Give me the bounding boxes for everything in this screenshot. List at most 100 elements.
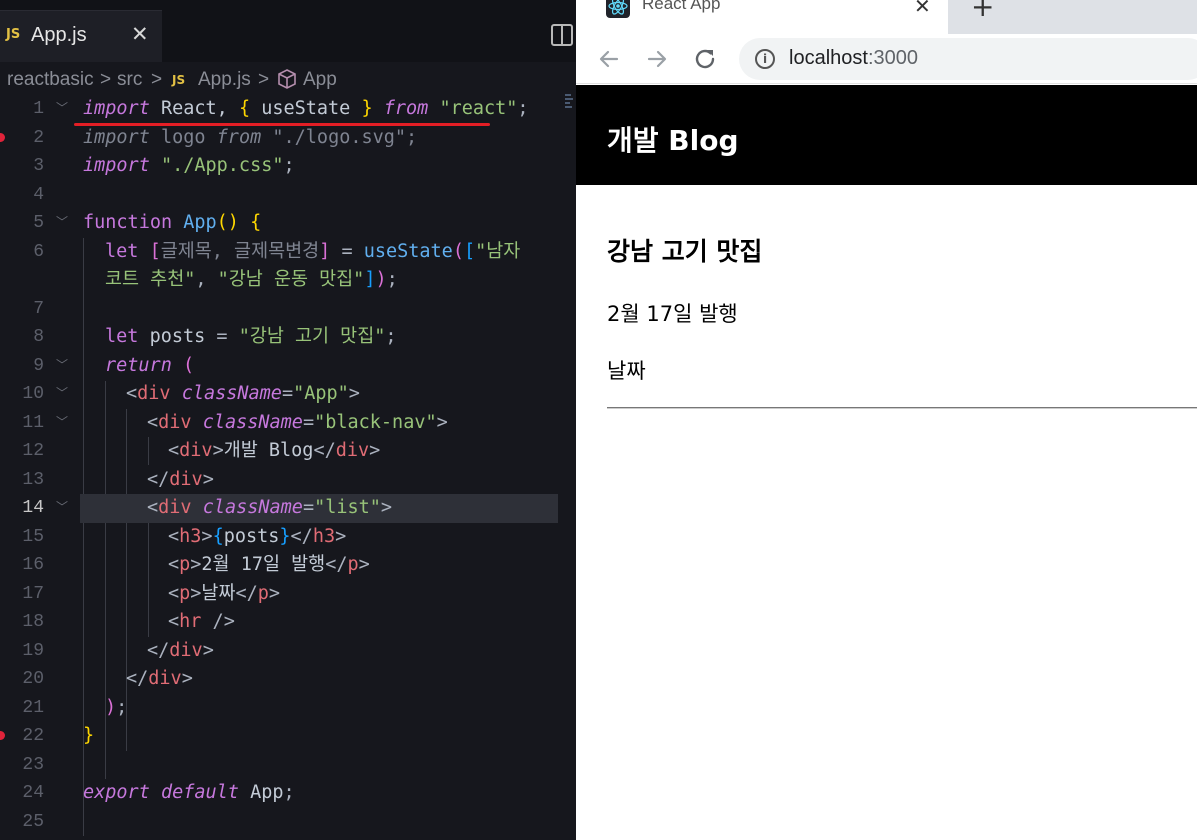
keyword: from [383, 98, 429, 119]
code-text: ); [105, 694, 127, 723]
identifier: useState [261, 98, 351, 119]
tag-name: div [169, 468, 203, 490]
site-info-icon[interactable]: i [755, 49, 775, 69]
brace: } [361, 98, 373, 119]
operator: = [302, 497, 315, 518]
tag-bracket: < [126, 383, 138, 404]
tag-bracket: < [147, 497, 159, 518]
code-text: </div> [147, 466, 214, 495]
code-text: </div> [126, 665, 193, 694]
browser-window: React App ✕ + i localhost:3000 개발 Blog 강… [576, 0, 1197, 840]
code-text: function App() { [83, 209, 261, 238]
close-tab-icon[interactable]: ✕ [131, 22, 149, 46]
tag-bracket: > [369, 440, 381, 461]
punctuation: ; [406, 126, 418, 148]
string: "react" [439, 98, 518, 119]
fold-chevron-icon[interactable]: ﹀ [56, 386, 70, 400]
tag-bracket: /> [201, 611, 235, 632]
javascript-file-icon: JS [172, 73, 186, 87]
code-line: 22 } [0, 722, 576, 751]
bracket: [ [149, 240, 161, 262]
parens: ) [105, 696, 117, 718]
line-number: 24 [22, 783, 44, 803]
code-line: 18 <hr /> [0, 608, 576, 637]
breadcrumb-file[interactable]: App.js [198, 69, 251, 91]
code-line: 12 <div>개발 Blog</div> [0, 437, 576, 466]
attribute: className [181, 383, 282, 404]
web-page: 개발 Blog 강남 고기 맛집 2월 17일 발행 날짜 [576, 85, 1197, 840]
split-editor-icon[interactable] [551, 24, 573, 46]
code-text: <p>2월 17일 발행</p> [168, 551, 370, 580]
punctuation: ; [385, 326, 397, 347]
code-line: 20 </div> [0, 665, 576, 694]
annotation-underline [74, 123, 490, 126]
code-line: 9 ﹀ return ( [0, 352, 576, 381]
string: "App" [293, 383, 349, 404]
tag-name: div [148, 668, 182, 689]
keyword: export [83, 782, 150, 803]
new-tab-icon[interactable]: + [971, 0, 994, 23]
tag-bracket: </ [325, 554, 348, 575]
fold-chevron-icon[interactable]: ﹀ [56, 101, 70, 115]
breadcrumb-symbol[interactable]: App [303, 69, 337, 91]
line-number: 25 [22, 811, 44, 832]
code-text: <div className="list"> [147, 494, 392, 523]
breadcrumb-subfolder[interactable]: src [117, 69, 142, 91]
fold-chevron-icon[interactable]: ﹀ [56, 358, 70, 372]
code-line: 코트 추천", "강남 운동 맛집"]); [0, 266, 576, 295]
breadcrumb-separator: > [100, 69, 112, 90]
string: "black-nav" [314, 411, 437, 433]
identifier: posts [223, 525, 280, 547]
breadcrumb-folder[interactable]: reactbasic [7, 69, 94, 91]
url-text[interactable]: localhost:3000 [789, 47, 918, 70]
code-line: 13 </div> [0, 466, 576, 495]
string: "list" [314, 497, 381, 518]
tag-bracket: > [202, 639, 214, 661]
tag-bracket: > [190, 554, 202, 575]
fold-chevron-icon[interactable]: ﹀ [56, 500, 70, 514]
close-tab-icon[interactable]: ✕ [914, 0, 931, 18]
tag-name: h3 [312, 525, 336, 547]
reload-icon[interactable] [688, 42, 722, 76]
tag-bracket: > [380, 497, 393, 518]
keyword: default [160, 782, 239, 803]
punctuation: ; [517, 98, 529, 119]
keyword: import [83, 126, 150, 148]
parens: ( [452, 240, 464, 262]
code-line-active: 14 ﹀ <div className="list"> [0, 494, 576, 523]
tag-name: div [169, 639, 203, 661]
code-line: 1 ﹀ import React, { useState } from "rea… [0, 95, 576, 124]
line-number: 7 [33, 298, 44, 319]
tag-bracket: </ [126, 668, 149, 689]
jsx-text: 2월 17일 발행 [201, 554, 326, 575]
code-text: </div> [147, 637, 214, 666]
code-editor: JS App.js ✕ reactbasic > src > JS App.js… [0, 0, 576, 840]
tag-bracket: > [181, 668, 193, 689]
tag-bracket: < [168, 582, 180, 604]
tag-bracket: </ [290, 525, 313, 547]
forward-arrow-icon[interactable] [640, 42, 674, 76]
tag-name: p [347, 554, 359, 575]
editor-tab-bar: JS App.js ✕ [0, 0, 576, 62]
code-line: 7 [0, 295, 576, 324]
code-line: 25 [0, 808, 576, 837]
tag-name: p [257, 582, 269, 604]
browser-tab-react-app[interactable]: React App ✕ [576, 0, 948, 34]
line-number: 19 [22, 640, 44, 661]
code-text: <div>개발 Blog</div> [168, 437, 380, 466]
parens: () [216, 212, 239, 233]
identifier: React, [160, 98, 228, 119]
bracket: ] [319, 240, 331, 262]
code-line: 17 <p>날짜</p> [0, 580, 576, 609]
identifier: 글제목변경 [234, 240, 320, 262]
back-arrow-icon[interactable] [592, 42, 626, 76]
editor-tab-app-js[interactable]: JS App.js ✕ [0, 10, 162, 62]
fold-chevron-icon[interactable]: ﹀ [56, 215, 70, 229]
line-number: 18 [22, 612, 44, 632]
address-bar[interactable]: i localhost:3000 [739, 38, 1197, 80]
jsx-text: 날짜 [201, 582, 236, 604]
line-number: 11 [22, 412, 44, 433]
code-line: 11 ﹀ <div className="black-nav"> [0, 409, 576, 438]
fold-chevron-icon[interactable]: ﹀ [56, 415, 70, 429]
string: "강남 고기 맛집" [238, 326, 386, 347]
